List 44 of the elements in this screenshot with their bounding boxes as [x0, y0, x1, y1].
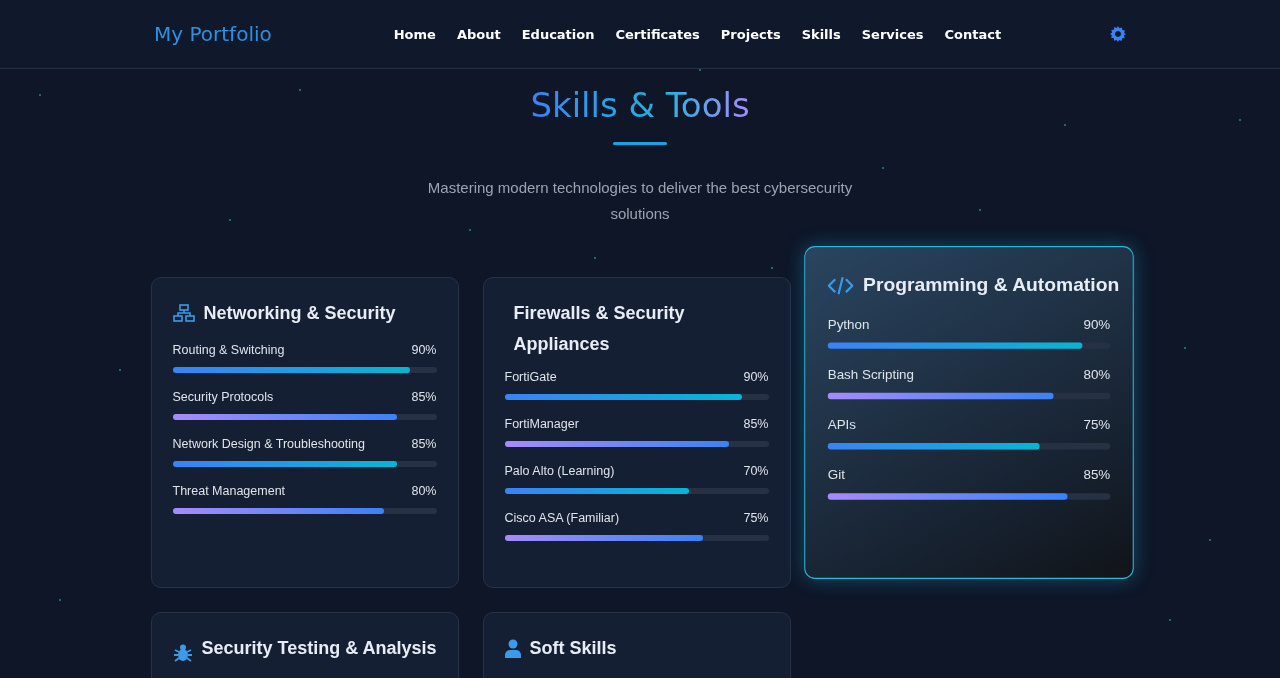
skill-percent: 70%: [743, 463, 769, 478]
skill-percent: 90%: [1082, 316, 1110, 332]
skill-percent: 80%: [411, 483, 437, 498]
skill-name: Palo Alto (Learning): [504, 463, 615, 478]
skill-name: Git: [827, 467, 845, 483]
user-icon: [504, 638, 521, 658]
card-title: Firewalls & Security Appliances: [513, 301, 686, 356]
skill-name: Cisco ASA (Familiar): [504, 510, 620, 525]
skill-name: Security Protocols: [172, 389, 274, 404]
nav-link[interactable]: Skills: [801, 26, 841, 42]
code-icon: [827, 275, 853, 295]
skill-percent: 85%: [411, 436, 437, 451]
nav-link[interactable]: Contact: [944, 26, 1002, 42]
skill-percent: 75%: [1082, 417, 1110, 433]
skill-percent: 80%: [1082, 366, 1110, 382]
card-title: Networking & Security: [203, 301, 396, 325]
brand-logo[interactable]: My Portfolio: [154, 22, 272, 46]
nav-link[interactable]: Projects: [720, 26, 781, 42]
skill-percent: 85%: [743, 416, 769, 431]
skill-name: Python: [827, 316, 869, 332]
skill-percent: 90%: [743, 369, 769, 384]
skill-name: Threat Management: [172, 483, 286, 498]
card-title: Soft Skills: [529, 636, 617, 660]
bug-icon: [172, 643, 193, 664]
skill-name: Bash Scripting: [827, 366, 914, 382]
skill-name: FortiGate: [504, 369, 557, 384]
nav-link[interactable]: Certificates: [615, 26, 700, 42]
nav-link[interactable]: Services: [861, 26, 924, 42]
nav-link[interactable]: Home: [393, 26, 436, 42]
skill-percent: 90%: [411, 342, 437, 357]
section-subtitle: Mastering modern technologies to deliver the best cybersecurity solutions: [426, 177, 854, 224]
skill-percent: 85%: [1082, 467, 1110, 483]
skill-name: Network Design & Troubleshooting: [172, 436, 365, 451]
skill-name: FortiManager: [504, 416, 579, 431]
card-title: Security Testing & Analysis: [201, 636, 437, 660]
settings-icon[interactable]: [1110, 26, 1126, 42]
skill-name: APIs: [827, 417, 856, 433]
nav-link[interactable]: Education: [521, 26, 595, 42]
network-icon: [172, 304, 195, 323]
nav-link[interactable]: About: [456, 26, 501, 42]
skill-percent: 75%: [743, 510, 769, 525]
skill-name: Routing & Switching: [172, 342, 285, 357]
card-title: Programming & Automation: [862, 272, 1119, 298]
skill-percent: 85%: [411, 389, 437, 404]
